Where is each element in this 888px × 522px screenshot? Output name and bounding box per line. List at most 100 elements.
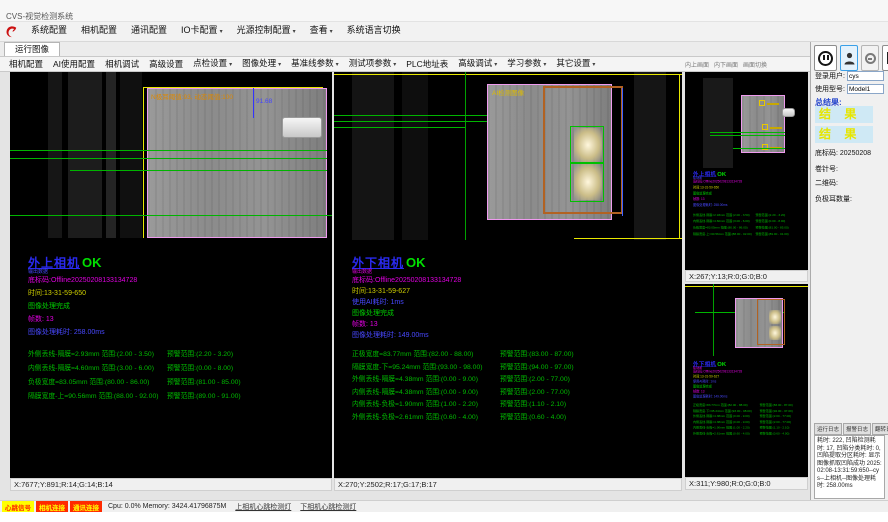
log-tab[interactable]: 报警日志	[843, 423, 871, 435]
measure-annotation: 91.68	[256, 98, 272, 105]
menu-item[interactable]: IO卡配置▾	[174, 21, 230, 42]
model-label: 使用型号:	[815, 84, 845, 94]
toolbar-item[interactable]: 基准线参数▾	[286, 56, 344, 72]
measure-rows: 外侧丢线-隔膜=2.93mm 范围:(2.00 - 3.50)预警范围:(2.2…	[693, 212, 808, 237]
decor	[762, 124, 768, 130]
measure-value: 内侧丢线-负极=1.90mm 范围:(1.00 - 2.20)	[352, 398, 500, 411]
decor	[622, 88, 623, 216]
decor	[7, 26, 17, 37]
thumbnail-view-lower[interactable]: 外下相机OK输出数据底标码:Offline20250208133134728时间…	[685, 284, 808, 477]
menu-item[interactable]: 系统语言切换	[340, 21, 408, 42]
warn-range: 预警范围:(89.00 - 91.00)	[756, 231, 808, 237]
toolbar-item[interactable]: 学习参数▾	[502, 56, 551, 72]
toolbar-item[interactable]: 点检设置▾	[188, 56, 237, 72]
thumb-result-block: 外上相机OK输出数据底标码:Offline20250208133134728时间…	[693, 170, 808, 238]
weld-tab-highlight	[769, 310, 781, 324]
log-tab[interactable]: 翻转日志	[872, 423, 888, 435]
measure-row: 内侧丢线-负极=1.90mm 范围:(1.00 - 2.20)预警范围:(1.1…	[352, 398, 652, 411]
login-user-input[interactable]	[847, 71, 884, 81]
info-field-label: 底标码:	[815, 150, 838, 157]
info-field-label: 二维码:	[815, 180, 838, 187]
toolbar-item[interactable]: 其它设置▾	[551, 56, 600, 72]
tab-connector-region	[282, 117, 322, 138]
decor	[713, 284, 714, 356]
menu-item[interactable]: 光源控制配置▾	[230, 21, 303, 42]
stop-icon	[865, 53, 876, 64]
menu-item[interactable]: 相机配置	[74, 21, 124, 42]
pause-button[interactable]	[814, 45, 837, 71]
decor	[844, 61, 854, 64]
measure-row: 内侧丢线-隔膜=4.38mm 范围:(0.00 - 9.00)预警范围:(2.0…	[352, 386, 652, 399]
info-field-label: 卷针号:	[815, 166, 838, 173]
user-button[interactable]	[840, 45, 858, 71]
result-status-label: OK	[406, 255, 426, 270]
decor	[334, 74, 682, 75]
warn-range: 预警范围:(81.00 - 85.00)	[167, 376, 328, 390]
tab-run-image[interactable]: 运行图像	[4, 42, 60, 56]
info-line: 图像处理耗时: 149.00ms	[693, 394, 808, 399]
toolbar-item[interactable]: AI使用配置	[48, 57, 100, 71]
thumb-image-area	[685, 72, 808, 168]
decor: 使用型号:	[815, 84, 884, 94]
result-status-label: OK	[717, 360, 726, 367]
toolbar-item[interactable]: 相机配置	[4, 57, 48, 71]
measure-row: 外侧丢线-隔膜=4.38mm 范围:(0.00 - 9.00)预警范围:(2.0…	[352, 373, 652, 386]
decor	[767, 103, 779, 105]
mid-image-area: AI检测图像	[334, 72, 682, 240]
status-badge: 相机连接	[36, 501, 68, 512]
exit-button[interactable]	[882, 45, 888, 71]
upper-camera-heartbeat-lamp: 上相机心跳检测灯	[235, 502, 291, 512]
warn-range: 预警范围:(1.10 - 2.10)	[500, 398, 652, 411]
measure-value: 内侧丢线-隔膜=4.38mm 范围:(0.00 - 9.00)	[352, 386, 500, 399]
toolbar-item[interactable]: 测试项参数▾	[344, 56, 402, 72]
pause-icon	[818, 51, 833, 66]
menu-item[interactable]: 查看▾	[303, 21, 340, 42]
chevron-down-icon: ▾	[336, 62, 339, 68]
measure-rows: 正极宽度=83.77mm 范围:(82.00 - 88.00)预警范围:(83.…	[352, 348, 652, 423]
thumbnail-view-upper[interactable]: 外上相机OK输出数据底标码:Offline20250208133134728时间…	[685, 72, 808, 270]
chevron-down-icon: ▾	[393, 62, 396, 68]
menu-bar: 系统配置相机配置通讯配置IO卡配置▾光源控制配置▾查看▾系统语言切换	[0, 22, 888, 42]
measure-row: 负极宽度=83.05mm 范围:(80.00 - 86.00)预警范围:(81.…	[28, 376, 328, 390]
camera-view-upper[interactable]: N极耳阈值:93, 动态阈值:100 91.68 外上相机OK输出数据底标码:O…	[10, 72, 332, 478]
toolbar-item[interactable]: PLC地址表	[401, 57, 453, 71]
decor	[710, 135, 785, 136]
tab-connector-region	[782, 108, 795, 117]
stop-button[interactable]	[861, 45, 879, 71]
coord-readout-mid: X:270;Y:2502;R:17;G:17;B:17	[334, 478, 682, 491]
warn-range: 预警范围:(94.00 - 97.00)	[500, 361, 652, 374]
toolbar-item[interactable]: 高级调试▾	[453, 56, 502, 72]
chevron-down-icon: ▾	[592, 62, 595, 68]
camera-view-lower[interactable]: AI检测图像 外下相机OK输出数据底标码:Offline202502081331…	[334, 72, 682, 478]
measure-rows: 正极宽度=83.77mm 范围:(82.00 - 88.00)预警范围:(83.…	[693, 402, 808, 436]
measure-value: 正极宽度=83.77mm 范围:(82.00 - 88.00)	[352, 348, 500, 361]
decor	[685, 286, 808, 287]
log-tab[interactable]: 运行日志	[814, 423, 842, 435]
toolbar-item[interactable]: 相机调试	[100, 57, 144, 71]
toolbar-item[interactable]: 图像处理▾	[237, 56, 286, 72]
thumb-result-block: 外下相机OK输出数据底标码:Offline20250208133134728时间…	[693, 360, 808, 436]
measure-row: 隔膜宽度-上=90.56mm 范围:(88.00 - 92.00)预警范围:(8…	[28, 390, 328, 404]
measure-row: 隔膜宽度-上=90.56mm 范围:(88.00 - 92.00)预警范围:(8…	[693, 231, 808, 237]
decor	[402, 72, 428, 240]
menu-item[interactable]: 通讯配置	[124, 21, 174, 42]
toolbar-item[interactable]: 高级设置	[144, 57, 188, 71]
control-buttons	[814, 45, 888, 71]
decor: 外上相机OK输出数据底标码:Offline20250208133134728时间…	[693, 170, 808, 238]
chevron-down-icon: ▾	[543, 62, 546, 68]
status-bar: 心跳信号相机连接通讯连接 Cpu: 0.0% Memory: 3424.4179…	[0, 500, 888, 512]
decor	[570, 162, 604, 202]
decor	[106, 72, 116, 238]
info-line: 图像处理完成	[352, 308, 652, 319]
menu-item[interactable]: 系统配置	[24, 21, 74, 42]
decor	[759, 100, 765, 106]
measure-value: 负极宽度=83.05mm 范围:(80.00 - 86.00)	[28, 376, 167, 390]
status-badge: 心跳信号	[2, 501, 34, 512]
log-output: 耗时: 222, 凹陷检测耗时: 17, 凹陷分类耗时: 0, 凹陷提取分区耗时…	[814, 435, 885, 499]
model-input[interactable]	[847, 84, 884, 94]
decor	[574, 238, 682, 239]
warn-range: 预警范围:(0.60 - 4.00)	[760, 430, 808, 436]
decor	[846, 52, 851, 57]
info-line: 底标码:Offline20250208133134728	[28, 275, 328, 288]
info-field: 负极耳数量:	[815, 194, 852, 204]
